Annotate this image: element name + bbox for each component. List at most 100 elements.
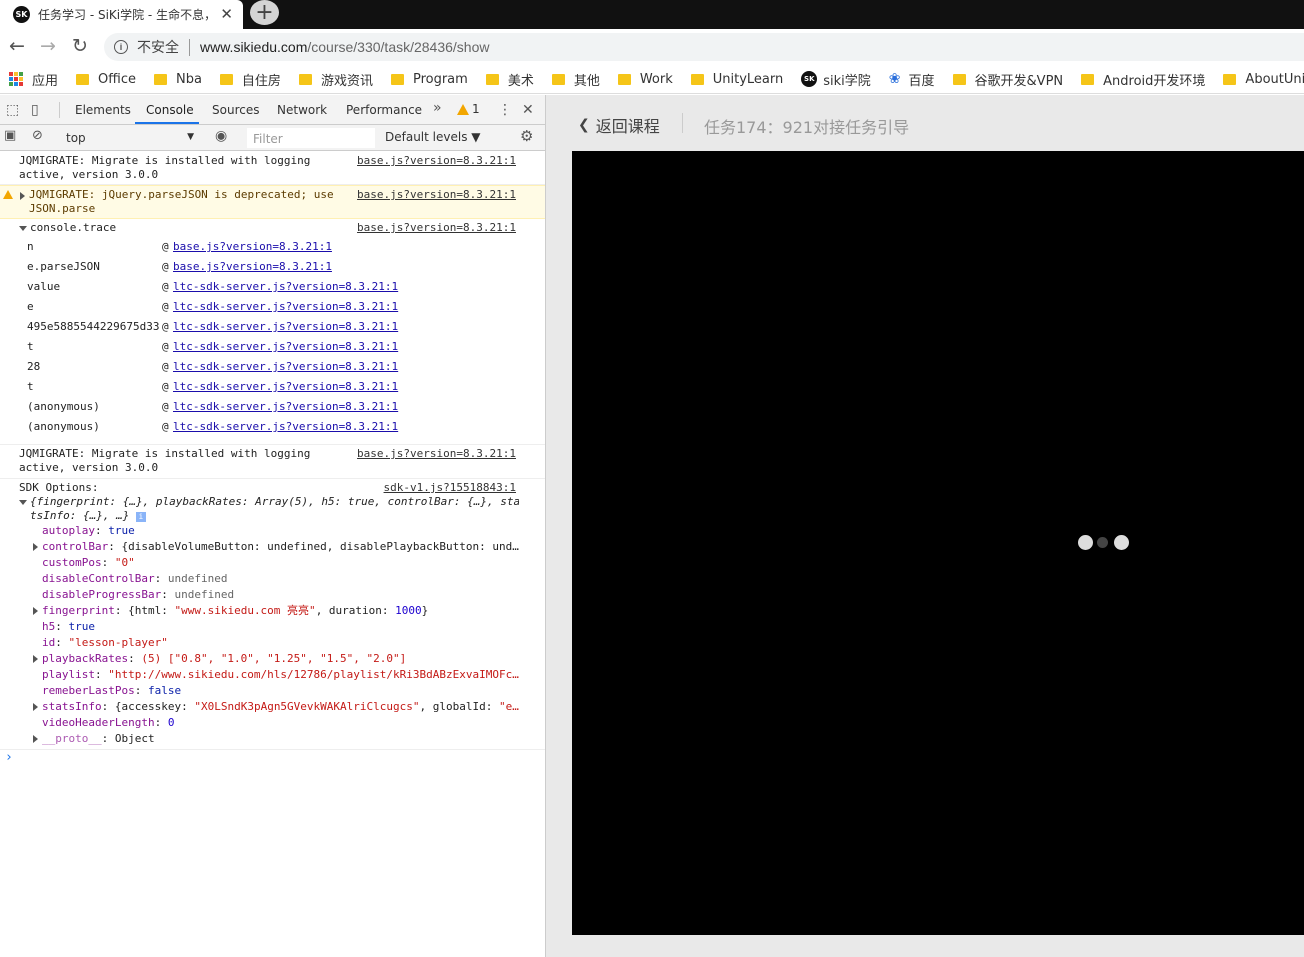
prop-key: playlist [42,668,95,681]
trace-frame: t @ ltc-sdk-server.js?version=8.3.21:1 [27,340,399,354]
frame-link[interactable]: base.js?version=8.3.21:1 [173,260,332,274]
filter-input[interactable]: Filter [247,128,375,148]
frame-fn: e.parseJSON [27,260,100,273]
bookmark-nba[interactable]: Nba [153,72,202,87]
clear-console-icon[interactable]: ⊘ [32,128,43,143]
kebab-menu-icon[interactable]: ⋮ [498,102,512,118]
tab-console[interactable]: Console [146,103,194,117]
bookmark-siki[interactable]: SK siki学院 [801,70,871,89]
source-link[interactable]: base.js?version=8.3.21:1 [357,188,516,202]
prop-row: disableProgressBar: undefined [42,588,235,601]
console-prompt[interactable]: › [0,750,545,770]
source-link[interactable]: base.js?version=8.3.21:1 [357,221,516,235]
prop-key: controlBar [42,540,109,553]
sidebar-toggle-icon[interactable]: ▣ [4,128,16,143]
message-text: JQMIGRATE: Migrate is installed with log… [19,154,311,181]
prop-row[interactable]: controlBar: {disableVolumeButton: undefi… [0,539,530,555]
log-levels-select[interactable]: Default levels ▼ [385,130,481,144]
frame-link[interactable]: ltc-sdk-server.js?version=8.3.21:1 [173,300,398,314]
url-text[interactable]: www.sikiedu.com/course/330/task/28436/sh… [200,39,490,55]
collapse-arrow-icon [19,499,27,505]
bookmark-game-news[interactable]: 游戏资讯 [298,70,373,89]
preview-line: tsInfo: {…}, …} [30,509,130,522]
bookmark-label: 其他 [573,73,600,89]
bookmark-work[interactable]: Work [617,72,673,87]
gear-icon[interactable]: ⚙ [520,127,533,145]
info-icon[interactable]: i [114,40,128,54]
eye-icon[interactable]: ◉ [215,128,227,144]
bookmark-android[interactable]: Android开发环境 [1081,70,1205,89]
frame-link[interactable]: ltc-sdk-server.js?version=8.3.21:1 [173,280,398,294]
prop-value: undefined [174,588,235,601]
frame-link[interactable]: base.js?version=8.3.21:1 [173,240,332,254]
bookmark-label: Program [412,71,468,87]
source-link[interactable]: sdk-v1.js?15518843:1 [384,481,516,495]
trace-frame: value @ ltc-sdk-server.js?version=8.3.21:1 [27,280,399,294]
chevron-left-icon: ❮ [578,117,590,133]
browser-tab[interactable]: SK 任务学习 - SiKi学院 - 生命不息， ✕ [0,0,243,29]
reload-icon[interactable]: ↻ [72,35,88,57]
frame-link[interactable]: ltc-sdk-server.js?version=8.3.21:1 [173,340,398,354]
address-bar[interactable]: i 不安全 www.sikiedu.com/course/330/task/28… [104,33,1304,61]
folder-icon [551,73,565,85]
prop-row[interactable]: statsInfo: {accesskey: "X0LSndK3pAgn5GVe… [0,699,530,715]
tab-elements[interactable]: Elements [75,103,131,117]
source-link[interactable]: base.js?version=8.3.21:1 [357,154,516,168]
forward-arrow-icon[interactable]: → [40,35,56,57]
prop-key: statsInfo [42,700,102,713]
frame-link[interactable]: ltc-sdk-server.js?version=8.3.21:1 [173,360,398,374]
device-toolbar-icon[interactable]: ▯ [31,102,39,118]
console-warning: JQMIGRATE: jQuery.parseJSON is deprecate… [0,185,545,219]
prop-value: 1000 [395,604,422,617]
expand-arrow-icon [33,607,38,615]
info-badge-icon[interactable]: i [135,512,146,522]
frame-link[interactable]: ltc-sdk-server.js?version=8.3.21:1 [173,400,398,414]
back-to-course-link[interactable]: ❮ 返回课程 [578,113,660,137]
bookmark-apps[interactable]: 应用 [9,70,58,89]
bookmark-baidu[interactable]: ❀ 百度 [889,70,935,89]
prop-row[interactable]: playbackRates: (5) ["0.8", "1.0", "1.25"… [0,651,530,667]
more-tabs-icon[interactable]: » [433,100,442,116]
expand-arrow-icon[interactable] [20,192,25,200]
warning-counter[interactable]: 1 [457,102,480,116]
close-tab-icon[interactable]: ✕ [220,5,233,23]
frame-link[interactable]: ltc-sdk-server.js?version=8.3.21:1 [173,420,398,434]
tab-sources[interactable]: Sources [212,103,259,117]
source-link[interactable]: base.js?version=8.3.21:1 [357,447,516,461]
devtools-tabbar: ⬚ ▯ Elements Console Sources Network Per… [0,95,545,125]
inspect-element-icon[interactable]: ⬚ [6,102,19,118]
prop-row: h5: true [42,620,95,633]
bookmark-art[interactable]: 美术 [485,70,534,89]
prop-row: autoplay: true [42,524,135,537]
frame-fn: e [27,300,34,313]
frame-link[interactable]: ltc-sdk-server.js?version=8.3.21:1 [173,380,398,394]
prop-row[interactable]: __proto__: Object [0,731,530,747]
frame-link[interactable]: ltc-sdk-server.js?version=8.3.21:1 [173,320,398,334]
tab-network[interactable]: Network [277,103,327,117]
object-preview[interactable]: {fingerprint: {…}, playbackRates: Array(… [0,495,545,523]
bookmark-other[interactable]: 其他 [551,70,600,89]
bookmark-office[interactable]: Office [76,72,136,87]
tab-performance[interactable]: Performance [346,103,422,117]
folder-icon [76,73,90,85]
prop-key: h5 [42,620,56,633]
warning-icon [457,103,469,115]
back-arrow-icon[interactable]: ← [9,35,25,57]
bookmark-google-vpn[interactable]: 谷歌开发&VPN [952,70,1063,89]
context-select[interactable]: top ▼ [58,128,200,148]
bookmarks-bar: 应用 Office Nba 自住房 游戏资讯 Program 美术 其他 Wor… [0,65,1304,94]
prop-row[interactable]: fingerprint: {html: "www.sikiedu.com 亮亮"… [0,603,530,619]
console-trace: console.trace base.js?version=8.3.21:1 n… [0,219,545,445]
close-devtools-icon[interactable]: ✕ [522,102,534,118]
bookmark-label: Office [98,71,136,87]
frame-fn: (anonymous) [27,400,100,413]
divider [189,38,190,56]
new-tab-button[interactable]: + [250,0,279,25]
bookmark-program[interactable]: Program [390,71,468,87]
prop-key: remeberLastPos [42,684,135,697]
bookmark-aboutunity[interactable]: AboutUnity [1223,72,1304,87]
bookmark-housing[interactable]: 自住房 [219,70,281,89]
bookmark-unitylearn[interactable]: UnityLearn [690,72,783,87]
video-player[interactable] [572,151,1304,935]
bookmark-label: 应用 [32,73,59,89]
